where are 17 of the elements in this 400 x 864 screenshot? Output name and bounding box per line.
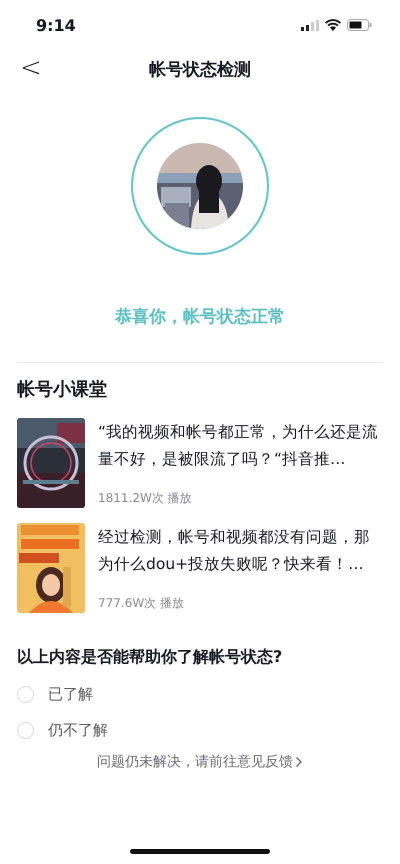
radio-option[interactable]: 已了解 — [0, 676, 110, 712]
signal-icon — [301, 20, 319, 30]
view-count: 1811.2W次 播放 — [98, 490, 193, 507]
chevron-icon — [295, 756, 303, 768]
video-title[interactable]: 经过检测，帐号和视频都没有问题，那为什么dou+投放失败呢？快来看！… — [98, 524, 383, 578]
status-time: 9:14 — [36, 16, 76, 34]
back-button[interactable]: < — [16, 54, 46, 82]
battery-icon — [347, 19, 372, 31]
wifi-icon — [325, 19, 341, 31]
radio-option[interactable]: 仍不了解 — [0, 712, 125, 748]
view-count: 777.6W次 播放 — [98, 595, 186, 612]
section-title: 帐号小课堂 — [17, 378, 108, 401]
survey-question: 以上内容是否能帮助你了解帐号状态? — [17, 647, 284, 668]
feedback-link[interactable]: 问题仍未解决，请前往意见反馈 — [97, 753, 303, 771]
page-title: 帐号状态检测 — [149, 58, 251, 80]
video-title[interactable]: “我的视频和帐号都正常，为什么还是流量不好，是被限流了吗？“抖音推… — [98, 419, 383, 473]
status-message: 恭喜你，帐号状态正常 — [114, 306, 286, 328]
